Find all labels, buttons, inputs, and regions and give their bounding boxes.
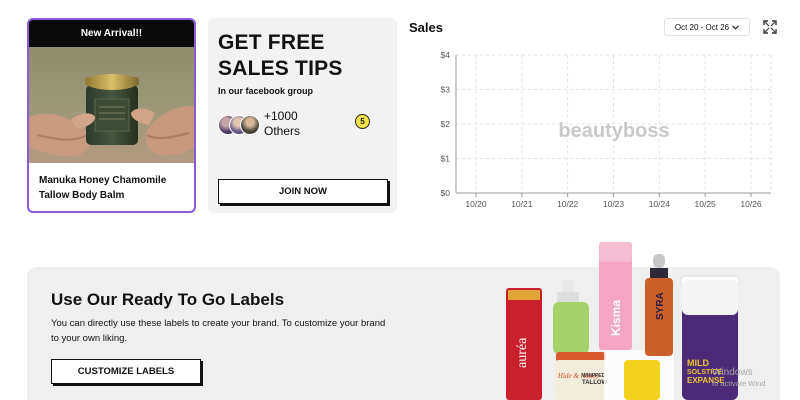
tips-title-line1: GET FREE: [218, 31, 325, 54]
y-tick-label: $2: [441, 119, 451, 129]
chart-x-ticks: 10/20 10/21 10/22 10/23 10/24 10/25 10/26: [465, 199, 762, 209]
date-range-value: Oct 20 - Oct 26: [674, 22, 730, 32]
avatar: [240, 115, 260, 135]
kisma-label: Kisma: [609, 300, 623, 336]
tips-subtitle: In our facebook group: [218, 86, 314, 96]
x-tick-label: 10/22: [557, 199, 579, 209]
sales-tips-card: GET FREE SALES TIPS In our facebook grou…: [208, 18, 397, 213]
tips-title-line2: SALES TIPS: [218, 57, 343, 80]
y-tick-label: $3: [441, 85, 451, 95]
y-tick-label: $1: [441, 154, 451, 164]
x-tick-label: 10/24: [649, 199, 671, 209]
chevron-down-icon: [732, 24, 740, 30]
yellow-bottle: [624, 360, 660, 400]
sales-title: Sales: [409, 20, 443, 35]
coin-icon: 5: [355, 114, 370, 129]
sales-chart: $0$1$2$3$4 10/20 10/21 10/22 10/23 10/24 10/2…: [441, 50, 772, 209]
x-tick-label: 10/20: [465, 199, 487, 209]
date-range-select[interactable]: Oct 20 - Oct 26: [664, 18, 750, 36]
product-name: Manuka Honey Chamomile Tallow Body Balm: [39, 175, 167, 201]
customize-labels-button[interactable]: CUSTOMIZE LABELS: [51, 359, 201, 384]
green-bottle: [553, 302, 589, 354]
x-tick-label: 10/21: [511, 199, 533, 209]
x-tick-label: 10/23: [603, 199, 625, 209]
tallow-label: TALLOW: [582, 380, 608, 386]
product-card[interactable]: New Arrival!! Manuka Honey Chamomile Tal…: [27, 18, 196, 213]
chart-y-ticks: $0 $1 $2 $3 $4: [441, 50, 451, 198]
hands-holding-jar-image: [29, 74, 194, 157]
member-avatars: [218, 115, 260, 135]
tips-title: GET FREE SALES TIPS: [218, 30, 343, 82]
whipped-label: WHIPPED: [582, 373, 606, 379]
product-photo: [29, 47, 194, 163]
labels-title: Use Our Ready To Go Labels: [51, 290, 285, 309]
x-tick-label: 10/25: [695, 199, 717, 209]
x-tick-label: 10/26: [740, 199, 762, 209]
chart-watermark: beautyboss: [558, 120, 669, 142]
others-label: Others: [264, 124, 301, 138]
watermark-line2: to activate Wind: [712, 379, 766, 388]
others-count: +1000: [264, 109, 298, 123]
syra-label: SYRA: [655, 292, 666, 320]
labels-description: You can directly use these labels to cre…: [51, 318, 386, 344]
expand-icon[interactable]: [762, 19, 778, 35]
new-arrival-badge: New Arrival!!: [29, 20, 194, 47]
watermark-line1: Windows: [712, 367, 753, 378]
y-tick-label: $4: [441, 50, 451, 60]
members-count: +1000 Others: [264, 109, 300, 139]
y-tick-label: $0: [441, 188, 451, 198]
mild-label: MILD: [687, 358, 709, 368]
aurea-label: auréa: [515, 337, 530, 368]
windows-activation-watermark: Windows to activate Wind: [712, 367, 765, 389]
join-now-button[interactable]: JOIN NOW: [218, 179, 388, 204]
